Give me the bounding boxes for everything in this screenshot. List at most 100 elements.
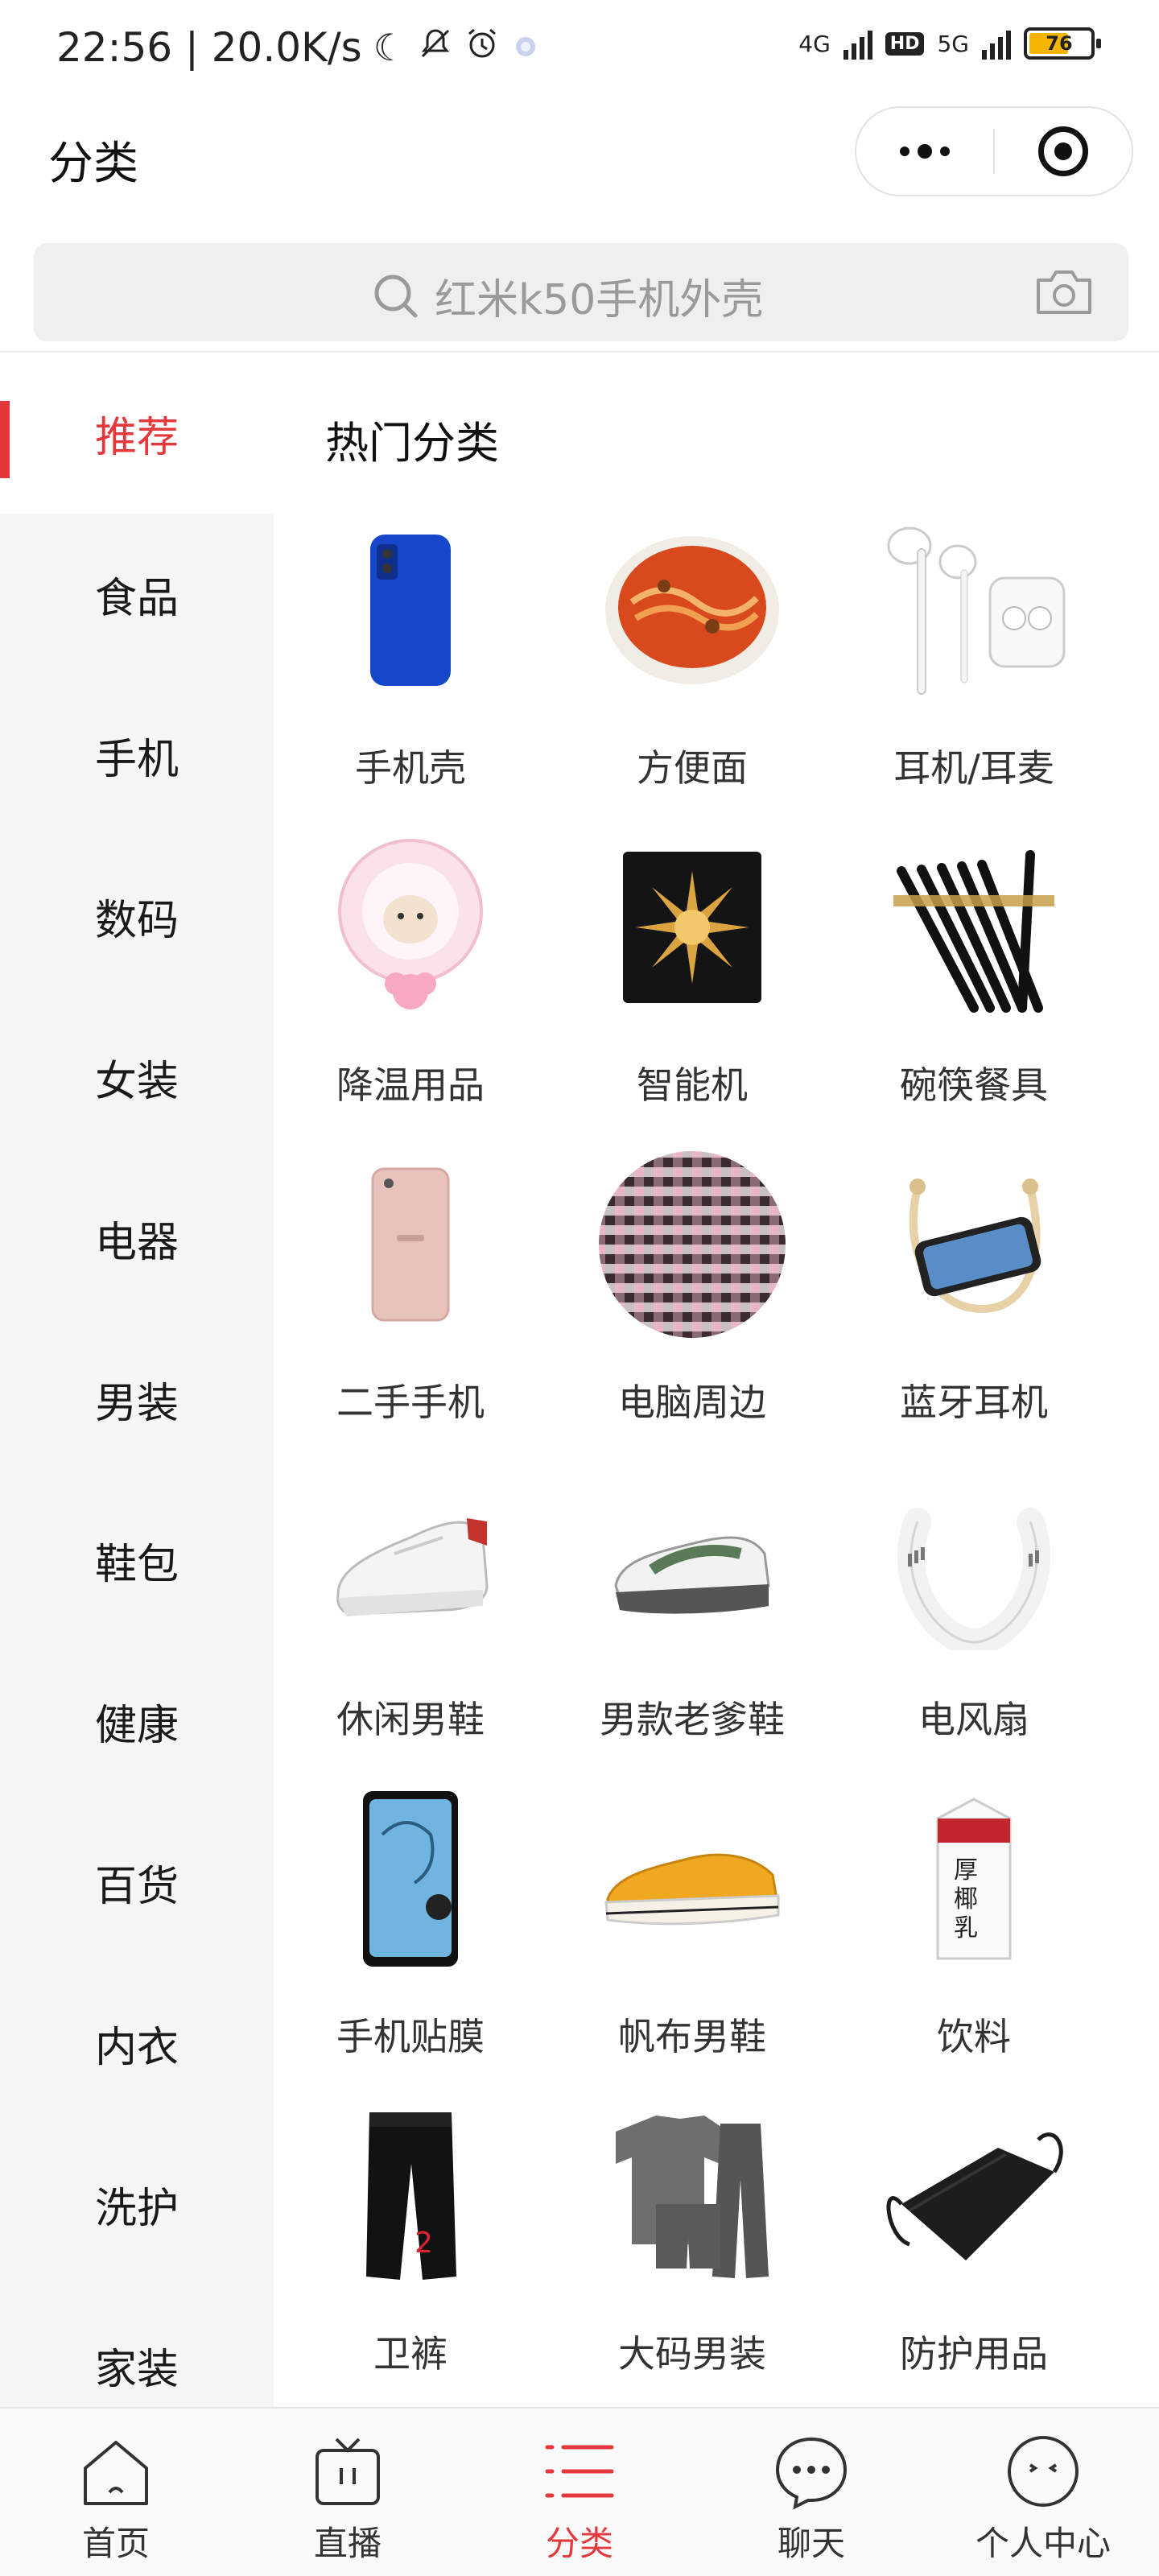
tab-live[interactable]: 直播 [232,2409,464,2576]
tab-chat[interactable]: 聊天 [695,2409,927,2576]
sidebar-item-mens-wear[interactable]: 男装 [0,1319,274,1480]
sidebar-item-womens-wear[interactable]: 女装 [0,997,274,1158]
phone-case-icon [314,514,507,707]
category-item[interactable]: 二手手机 [274,1132,547,1449]
battery-icon: 76 [1024,27,1101,60]
category-label: 蓝牙耳机 [900,1381,1048,1424]
category-item[interactable]: 手机贴膜 [274,1766,547,2083]
sidebar-item-home[interactable]: 家装 [0,2285,274,2407]
tab-home[interactable]: 首页 [0,2409,232,2576]
search-input[interactable]: 红米k50手机外壳 [435,266,763,326]
sidebar-item-label: 推荐 [94,413,179,462]
category-label: 手机壳 [355,746,466,790]
category-item[interactable]: 休闲男鞋 [274,1449,547,1766]
category-label: 降温用品 [336,1063,485,1107]
category-label: 方便面 [637,746,748,790]
category-item[interactable]: 智能机 [555,815,829,1132]
category-label: 智能机 [637,1063,748,1107]
category-item[interactable]: 防护用品 [837,2083,1111,2401]
drink-carton-icon: 厚椰乳 [877,1782,1070,1975]
category-label: 电风扇 [918,1698,1029,1741]
category-label: 休闲男鞋 [336,1698,485,1741]
target-icon [1038,126,1088,176]
category-item[interactable]: 蓝牙耳机 [837,1132,1111,1449]
category-item[interactable]: 2 卫裤 [274,2083,547,2401]
category-item[interactable]: 降温用品 [274,815,547,1132]
category-list-icon [541,2433,618,2510]
category-label: 防护用品 [900,2332,1048,2376]
profile-face-icon [1004,2433,1082,2510]
battery-level: 76 [1046,32,1073,55]
category-label: 大码男装 [618,2332,766,2376]
sidebar-item-label: 内衣 [94,2023,179,2072]
more-button[interactable] [856,108,993,195]
sidebar-item-label: 手机 [94,735,179,784]
neck-fan-icon [877,1465,1070,1658]
category-item[interactable]: 男款老爹鞋 [555,1449,829,1766]
category-item[interactable]: 电脑周边 [555,1132,829,1449]
sidebar-item-health[interactable]: 健康 [0,1641,274,1802]
category-item[interactable]: 方便面 [555,497,829,815]
earphones-icon [877,514,1070,707]
category-item[interactable]: 帆布男鞋 [555,1766,829,2083]
sticker-collage-icon [596,1148,789,1341]
tab-category[interactable]: 分类 [464,2409,695,2576]
status-time: 22:56 | 20.0K/s [56,24,362,71]
category-label: 耳机/耳麦 [893,746,1054,790]
svg-text:乳: 乳 [954,1914,978,1942]
category-label: 饮料 [937,2015,1011,2058]
category-label: 二手手机 [336,1381,485,1424]
search-icon [372,272,420,320]
chat-bubble-icon [773,2433,850,2510]
neckband-earphones-icon [877,1148,1070,1341]
category-label: 帆布男鞋 [618,2015,766,2058]
category-label: 手机贴膜 [336,2015,485,2058]
category-item[interactable]: 手机壳 [274,497,547,815]
search-bar[interactable]: 红米k50手机外壳 [34,243,1128,341]
status-left: 22:56 | 20.0K/s ☾ [56,24,540,71]
sidebar-item-care[interactable]: 洗护 [0,2124,274,2285]
active-indicator [0,401,10,478]
signal-icon-2 [982,27,1011,60]
sidebar-item-label: 男装 [94,1379,179,1428]
sidebar-item-label: 电器 [94,1218,179,1267]
tab-profile[interactable]: 个人中心 [927,2409,1159,2576]
sidebar-item-phone[interactable]: 手机 [0,675,274,836]
noodle-bowl-icon [596,514,789,707]
sidebar-item-underwear[interactable]: 内衣 [0,1963,274,2124]
alarm-clock-icon [464,24,500,71]
dad-shoe-icon [596,1465,789,1658]
sidebar-item-food[interactable]: 食品 [0,514,274,675]
category-label: 男款老爹鞋 [600,1698,785,1741]
sidebar-item-general[interactable]: 百货 [0,1802,274,1963]
sidebar-item-label: 健康 [94,1701,179,1750]
sidebar-item-shoes-bags[interactable]: 鞋包 [0,1480,274,1641]
sidebar-item-recommend[interactable]: 推荐 [0,353,274,514]
sidebar-item-digital[interactable]: 数码 [0,836,274,997]
search-inner: 红米k50手机外壳 [372,266,763,326]
tab-label: 分类 [545,2524,613,2563]
more-dot-icon [918,144,932,159]
chopsticks-icon [877,831,1070,1024]
bottom-tab-bar: 首页 直播 分类 聊天 个人中心 [0,2407,1159,2576]
cooling-fan-icon [314,831,507,1024]
category-item[interactable]: 大码男装 [555,2083,829,2401]
sidebar-item-label: 百货 [94,1862,179,1911]
tab-label: 聊天 [777,2524,845,2563]
close-miniprogram-button[interactable] [995,108,1132,195]
camera-icon[interactable] [1033,267,1095,317]
network-4g-label: 4G [798,30,831,57]
svg-text:2: 2 [415,2227,433,2260]
header: 分类 [0,105,1159,201]
svg-text:椰: 椰 [954,1885,978,1913]
hd-badge: HD [885,31,925,56]
category-item[interactable]: 耳机/耳麦 [837,497,1111,815]
tab-label: 直播 [313,2524,382,2563]
category-item[interactable]: 电风扇 [837,1449,1111,1766]
category-item[interactable]: 厚椰乳 饮料 [837,1766,1111,2083]
used-phone-icon [314,1148,507,1341]
sidebar-item-appliances[interactable]: 电器 [0,1158,274,1319]
home-icon [77,2433,155,2510]
category-item[interactable]: 碗筷餐具 [837,815,1111,1132]
tab-label: 个人中心 [975,2524,1111,2563]
